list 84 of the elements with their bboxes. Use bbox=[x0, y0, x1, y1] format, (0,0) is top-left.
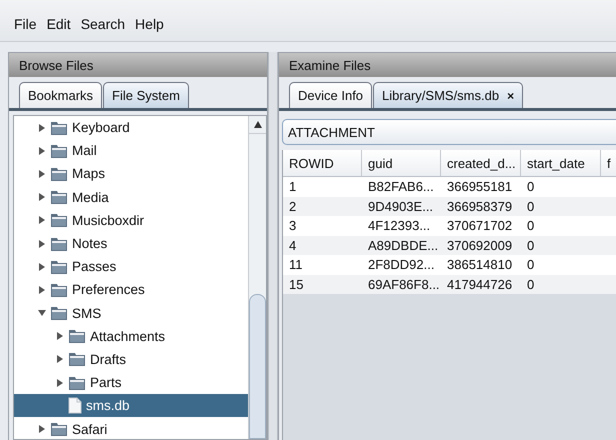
folder-icon bbox=[50, 258, 68, 275]
menu-item[interactable]: Help bbox=[131, 14, 168, 34]
menu-item[interactable]: Edit bbox=[42, 14, 75, 34]
expanded-caret-icon[interactable] bbox=[38, 309, 46, 318]
collapsed-caret-icon[interactable] bbox=[38, 170, 46, 178]
folder-tree-item[interactable]: Mail bbox=[14, 139, 248, 162]
collapsed-caret-icon[interactable] bbox=[38, 286, 46, 294]
column-header[interactable]: f bbox=[601, 150, 616, 176]
table-cell-text: 370671702 bbox=[446, 217, 514, 236]
table-cell-text: 4 bbox=[288, 236, 298, 255]
table-cell-text: 366958379 bbox=[446, 198, 514, 216]
column-header[interactable]: guid bbox=[362, 150, 441, 176]
folder-tree-item[interactable]: Media bbox=[14, 186, 248, 209]
table-cell-text: 2 bbox=[288, 198, 298, 216]
folder-icon bbox=[50, 421, 68, 438]
tab[interactable]: Bookmarks bbox=[19, 82, 102, 108]
table-cell-text: 69AF86F8... bbox=[367, 276, 441, 294]
tab[interactable]: Device Info bbox=[289, 82, 372, 108]
folder-icon bbox=[50, 212, 68, 228]
collapsed-caret-icon[interactable] bbox=[38, 146, 46, 155]
file-icon bbox=[68, 397, 82, 414]
folder-tree-item[interactable]: Notes bbox=[14, 232, 248, 256]
table-selector-field[interactable]: ATTACHMENT bbox=[282, 119, 616, 145]
table-cell-text: 0 bbox=[526, 178, 536, 196]
folder-tree-item[interactable]: Keyboard bbox=[14, 116, 248, 140]
collapsed-caret-icon[interactable] bbox=[38, 262, 46, 271]
collapsed-caret-icon[interactable] bbox=[38, 216, 46, 224]
folder-icon bbox=[68, 374, 86, 391]
file-tree-item[interactable]: sms.db bbox=[14, 394, 248, 418]
table-cell-text: 417944726 bbox=[446, 276, 514, 294]
collapsed-caret-icon[interactable] bbox=[56, 332, 64, 340]
folder-icon bbox=[68, 328, 86, 344]
collapsed-caret-icon[interactable] bbox=[38, 240, 46, 248]
panel-header: Browse Files bbox=[9, 53, 267, 77]
column-header[interactable]: start_date bbox=[521, 150, 601, 176]
table-cell-text: 370692009 bbox=[446, 236, 514, 255]
table-cell-text: A89DBDE... bbox=[367, 236, 440, 255]
folder-tree-item[interactable]: Attachments bbox=[14, 324, 248, 348]
column-header[interactable]: ROWID bbox=[283, 150, 362, 176]
table-cell-text: 4F12393... bbox=[367, 217, 432, 236]
folder-icon bbox=[50, 142, 68, 159]
column-header[interactable]: created_d... bbox=[441, 150, 521, 176]
folder-icon bbox=[50, 282, 68, 298]
menu-item[interactable]: File bbox=[10, 14, 41, 34]
collapsed-caret-icon[interactable] bbox=[56, 378, 64, 387]
table-cell-text: 0 bbox=[526, 217, 536, 236]
collapsed-caret-icon[interactable] bbox=[38, 425, 46, 434]
folder-icon bbox=[50, 305, 68, 322]
table-cell-text: 386514810 bbox=[446, 256, 514, 274]
folder-tree-item[interactable]: Preferences bbox=[14, 278, 248, 302]
folder-icon bbox=[50, 189, 68, 206]
tab[interactable]: Library/SMS/sms.db × bbox=[373, 82, 524, 108]
table-cell-text: 0 bbox=[526, 236, 536, 255]
folder-icon bbox=[50, 236, 68, 252]
table-cell-text: 9D4903E... bbox=[367, 198, 434, 216]
scroll-up-icon[interactable] bbox=[254, 121, 262, 128]
close-icon[interactable]: × bbox=[507, 88, 514, 102]
table-cell-text: 15 bbox=[288, 276, 304, 294]
table-cell-text: 11 bbox=[288, 256, 304, 274]
folder-tree-item[interactable]: Passes bbox=[14, 255, 248, 278]
table-cell-text: 0 bbox=[526, 198, 536, 216]
folder-icon bbox=[68, 351, 86, 368]
table-cell-text: 3 bbox=[288, 217, 298, 236]
collapsed-caret-icon[interactable] bbox=[38, 124, 46, 132]
table-cell-text: 1 bbox=[288, 178, 298, 196]
table-cell-text: B82FAB6... bbox=[367, 178, 435, 196]
collapsed-caret-icon[interactable] bbox=[56, 355, 64, 364]
table-cell-text: 366955181 bbox=[446, 178, 514, 196]
folder-tree-item[interactable]: Parts bbox=[14, 371, 248, 394]
folder-tree-item[interactable]: Drafts bbox=[14, 348, 248, 372]
menu-item[interactable]: Search bbox=[76, 14, 130, 34]
collapsed-caret-icon[interactable] bbox=[38, 193, 46, 202]
folder-tree-item[interactable]: Musicboxdir bbox=[14, 208, 248, 232]
folder-icon bbox=[50, 166, 68, 182]
folder-tree-item[interactable]: Safari bbox=[14, 417, 248, 439]
table-cell-text: 0 bbox=[526, 276, 536, 294]
table-cell-text: 0 bbox=[526, 256, 536, 274]
table-cell-text: 2F8DD92... bbox=[367, 256, 436, 274]
scroll-bar[interactable] bbox=[248, 116, 266, 439]
folder-icon bbox=[50, 120, 68, 136]
tab[interactable]: File System bbox=[103, 82, 189, 108]
folder-tree-item[interactable]: Maps bbox=[14, 162, 248, 186]
panel-header: Examine Files bbox=[279, 53, 616, 77]
folder-tree-item[interactable]: SMS bbox=[14, 302, 248, 325]
